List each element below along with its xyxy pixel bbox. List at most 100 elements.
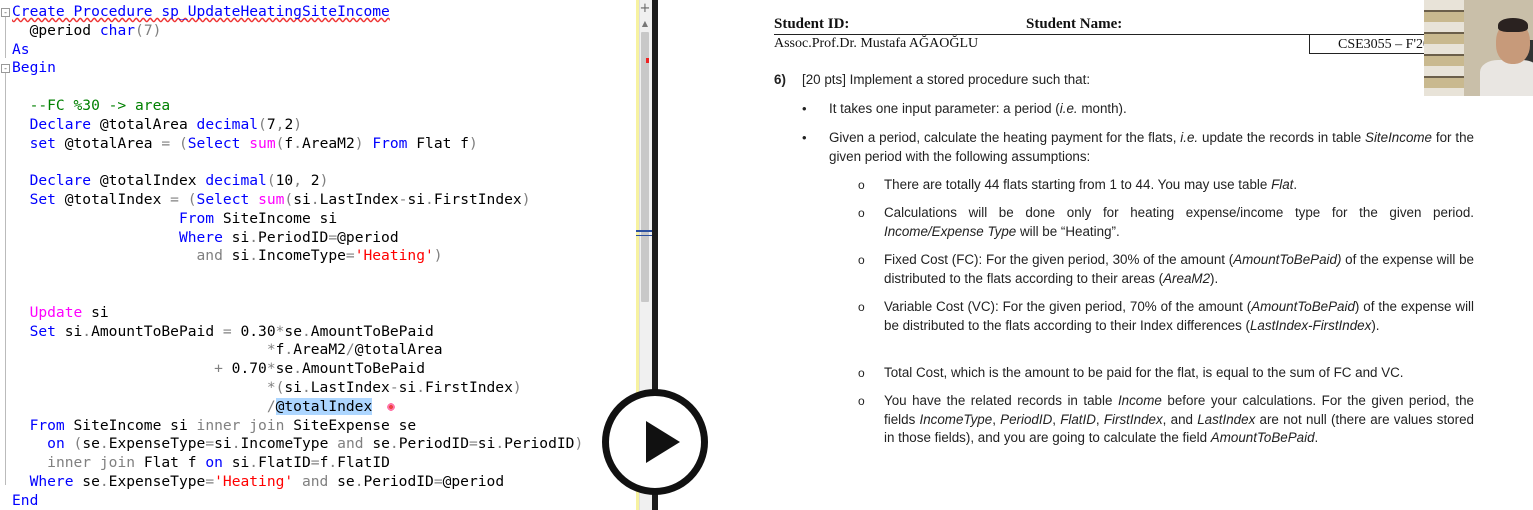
code-token: Where — [178, 228, 223, 246]
code-line[interactable]: @period char(7) — [12, 22, 583, 41]
code-token: @period — [337, 228, 399, 246]
fold-toggle-begin[interactable]: - — [1, 64, 10, 73]
code-token: . — [293, 134, 303, 152]
code-token: *( — [266, 378, 285, 396]
fold-line — [5, 17, 6, 58]
code-token: decimal — [205, 172, 267, 190]
code-token: ) — [293, 115, 303, 133]
code-token: Create Procedure sp_UpdateHeatingSiteInc… — [12, 3, 390, 20]
code-token: @totalIndex — [55, 190, 171, 208]
code-token: @totalArea — [354, 341, 443, 359]
code-token: inner join — [196, 416, 285, 434]
sub-item: Total Cost, which is the amount to be pa… — [884, 365, 1404, 380]
code-text[interactable]: Create Procedure sp_UpdateHeatingSiteInc… — [12, 3, 583, 510]
sub-bullet-icon: o — [858, 178, 865, 192]
code-line[interactable]: From SiteIncome si inner join SiteExpens… — [12, 417, 583, 436]
presenter-webcam — [1424, 0, 1533, 96]
code-line[interactable]: From SiteIncome si — [12, 210, 583, 229]
code-line[interactable] — [12, 266, 583, 285]
code-line[interactable]: *(si.LastIndex-si.FirstIndex) — [12, 379, 583, 398]
scrollbar-thumb[interactable] — [641, 32, 649, 302]
code-token: inner join — [47, 454, 136, 472]
cursor-position-marker — [636, 235, 652, 236]
code-token: = — [328, 228, 338, 246]
code-token: . — [416, 378, 426, 396]
document-header: Student ID: Student Name: Assoc.Prof.Dr.… — [774, 14, 1533, 54]
code-line[interactable]: set @totalArea = (Select sum(f.AreaM2) F… — [12, 135, 583, 154]
bullet-text: It takes one input parameter: a period (… — [829, 101, 1127, 116]
sub-bullet-icon: o — [858, 394, 865, 408]
code-token: ( — [266, 172, 276, 190]
code-line[interactable]: As — [12, 41, 583, 60]
code-token: 'Heating' — [214, 472, 294, 490]
code-line[interactable]: Set @totalIndex = (Select sum(si.LastInd… — [12, 191, 583, 210]
sub-item: Fixed Cost (FC): For the given period, 3… — [884, 252, 1474, 286]
code-line[interactable]: Set si.AmountToBePaid = 0.30*se.AmountTo… — [12, 323, 583, 342]
code-token: From — [178, 209, 215, 227]
presenter-body — [1480, 60, 1533, 96]
code-token: From — [363, 134, 408, 152]
code-line[interactable]: --FC %30 -> area — [12, 97, 583, 116]
bullet-text: Given a period, calculate the heating pa… — [829, 130, 1474, 164]
code-token: 2 — [310, 172, 320, 190]
code-token: --FC %30 -> area — [12, 96, 171, 114]
code-line[interactable]: Update si — [12, 304, 583, 323]
code-token: si — [55, 322, 83, 340]
code-token: = — [222, 322, 232, 340]
code-line[interactable]: and si.IncomeType='Heating') — [12, 247, 583, 266]
code-token: @totalArea — [55, 134, 162, 152]
code-line[interactable] — [12, 153, 583, 172]
code-line[interactable] — [12, 285, 583, 304]
code-line[interactable]: Create Procedure sp_UpdateHeatingSiteInc… — [12, 3, 583, 22]
code-line[interactable]: Declare @totalArea decimal(7,2) — [12, 116, 583, 135]
play-button[interactable] — [602, 389, 708, 495]
code-token: . — [249, 454, 259, 472]
code-line[interactable]: Where se.ExpenseType='Heating' and se.Pe… — [12, 473, 583, 492]
code-token: . — [249, 228, 259, 246]
code-token: As — [12, 40, 30, 58]
code-line[interactable]: End — [12, 492, 583, 510]
code-line[interactable]: + 0.70*se.AmountToBePaid — [12, 360, 583, 379]
code-token: Select — [187, 134, 250, 152]
code-token: = — [205, 472, 215, 490]
code-line[interactable]: Where si.PeriodID=@period — [12, 229, 583, 248]
split-editor-button[interactable]: + — [639, 2, 651, 16]
code-token: se — [82, 435, 100, 453]
code-token: = — [205, 435, 215, 453]
code-line[interactable]: /@totalIndex — [12, 397, 583, 417]
code-line[interactable]: on (se.ExpenseType=si.IncomeType and se.… — [12, 435, 583, 454]
code-token: ) — [512, 378, 522, 396]
code-token: PeriodID — [258, 228, 329, 246]
code-line[interactable] — [12, 78, 583, 97]
code-token: . — [389, 435, 399, 453]
code-token: . — [99, 435, 109, 453]
code-token: . — [301, 378, 311, 396]
code-token: = — [170, 190, 179, 208]
play-icon — [646, 421, 680, 463]
code-line[interactable]: *f.AreaM2/@totalArea — [12, 341, 583, 360]
code-token: @period — [442, 472, 505, 490]
code-token: . — [425, 190, 434, 208]
scroll-up-arrow-icon[interactable]: ▲ — [639, 18, 651, 30]
code-token: @totalArea — [91, 115, 197, 133]
code-token: - — [389, 378, 399, 396]
code-token: . — [249, 247, 259, 265]
fold-line — [5, 73, 6, 485]
author-name: Assoc.Prof.Dr. Mustafa AĞAOĞLU — [774, 36, 979, 51]
code-token: Declare — [29, 172, 92, 190]
sql-editor[interactable]: - - Create Procedure sp_UpdateHeatingSit… — [0, 0, 652, 510]
code-token: se — [275, 360, 294, 378]
code-token: si — [222, 454, 250, 472]
code-token: FirstIndex — [425, 378, 513, 396]
code-line[interactable]: Declare @totalIndex decimal(10, 2) — [12, 172, 583, 191]
fold-toggle-procedure[interactable]: - — [1, 8, 10, 17]
code-token: End — [12, 491, 39, 509]
code-line[interactable]: inner join Flat f on si.FlatID=f.FlatID — [12, 454, 583, 473]
sub-item: There are totally 44 flats starting from… — [884, 177, 1298, 192]
code-line[interactable]: Begin — [12, 59, 583, 78]
